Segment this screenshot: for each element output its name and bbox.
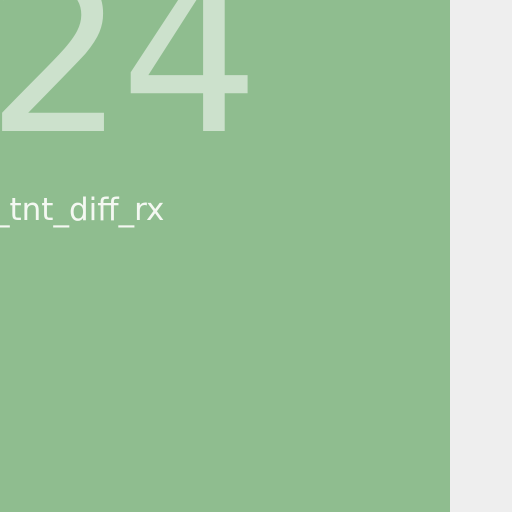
side-panel [450, 0, 512, 512]
content-tile[interactable]: 24 _tnt_diff_rx [0, 0, 450, 512]
tile-label: _tnt_diff_rx [0, 192, 165, 228]
tile-number: 24 [0, 0, 260, 183]
screen: 24 _tnt_diff_rx [0, 0, 512, 512]
